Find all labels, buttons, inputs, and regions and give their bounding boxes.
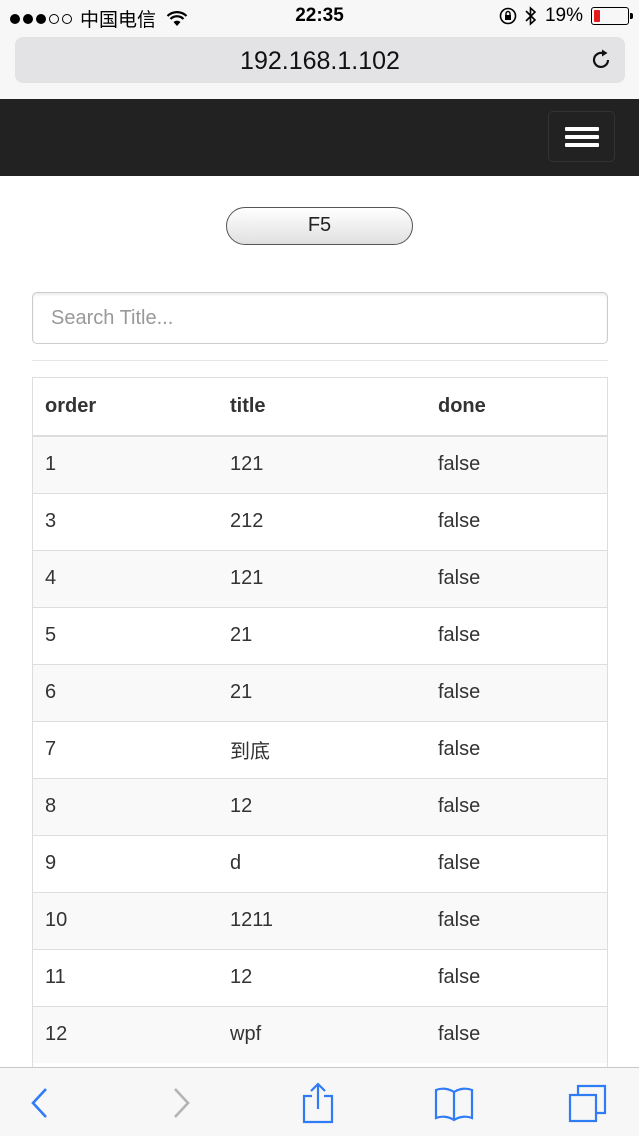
share-icon[interactable] xyxy=(298,1082,338,1124)
address-bar[interactable]: 192.168.1.102 xyxy=(15,37,625,83)
tabs-icon[interactable] xyxy=(568,1082,608,1124)
cell-order: 7 xyxy=(33,720,218,778)
table-row[interactable]: 11 12 false xyxy=(33,948,607,1006)
bookmarks-icon[interactable] xyxy=(434,1082,474,1124)
table-row[interactable]: 8 12 false xyxy=(33,777,607,835)
cell-title: 12 xyxy=(218,777,426,835)
url-text[interactable]: 192.168.1.102 xyxy=(15,47,625,76)
table-row[interactable]: 3 212 false xyxy=(33,492,607,550)
column-header-title[interactable]: title xyxy=(218,378,426,437)
cell-done: false xyxy=(426,1005,607,1063)
table-row[interactable]: 5 21 false xyxy=(33,606,607,664)
cell-done: false xyxy=(426,663,607,721)
refresh-button[interactable]: F5 xyxy=(226,207,413,245)
back-icon[interactable] xyxy=(20,1082,60,1124)
table-row[interactable]: 1 121 false xyxy=(33,435,607,493)
cell-order: 8 xyxy=(33,777,218,835)
cell-title: 21 xyxy=(218,606,426,664)
divider xyxy=(32,360,608,361)
cell-title: d xyxy=(218,834,426,892)
cell-order: 6 xyxy=(33,663,218,721)
cell-order: 10 xyxy=(33,891,218,949)
browser-toolbar xyxy=(0,1067,639,1136)
cell-order: 1 xyxy=(33,435,218,493)
cell-title: 到底 xyxy=(218,720,426,778)
cell-order: 9 xyxy=(33,834,218,892)
cell-title: 21 xyxy=(218,663,426,721)
browser-chrome: 中国电信 22:35 19% 192.168.1.102 xyxy=(0,0,639,99)
forward-icon[interactable] xyxy=(160,1082,200,1124)
status-bar: 中国电信 22:35 19% xyxy=(0,0,639,34)
cell-title: 121 xyxy=(218,549,426,607)
cell-title: wpf xyxy=(218,1005,426,1063)
cell-title: 121 xyxy=(218,435,426,493)
todo-table: order title done 1 121 false 3 212 false 4 121 f… xyxy=(32,377,608,1067)
reload-icon[interactable] xyxy=(589,48,613,72)
battery-icon xyxy=(591,7,633,25)
search-input[interactable] xyxy=(32,292,608,344)
cell-done: false xyxy=(426,777,607,835)
cell-done: false xyxy=(426,948,607,1006)
cell-order: 4 xyxy=(33,549,218,607)
cell-title: 1211 xyxy=(218,891,426,949)
cell-done: false xyxy=(426,891,607,949)
column-header-order[interactable]: order xyxy=(33,378,218,437)
table-row[interactable]: 4 121 false xyxy=(33,549,607,607)
cell-done: false xyxy=(426,606,607,664)
cell-order: 5 xyxy=(33,606,218,664)
battery-percent: 19% xyxy=(544,5,583,26)
status-right: 19% xyxy=(499,5,633,27)
table-row[interactable]: 7 到底 false xyxy=(33,720,607,778)
rotation-lock-icon xyxy=(499,7,517,25)
cell-order: 3 xyxy=(33,492,218,550)
cell-order: 12 xyxy=(33,1005,218,1063)
cell-title: 212 xyxy=(218,492,426,550)
bluetooth-icon xyxy=(525,6,537,26)
navbar-toggle-button[interactable] xyxy=(548,111,615,162)
battery-level xyxy=(594,10,601,22)
cell-done: false xyxy=(426,549,607,607)
cell-done: false xyxy=(426,834,607,892)
cell-title: 12 xyxy=(218,948,426,1006)
table-row[interactable]: 10 1211 false xyxy=(33,891,607,949)
cell-done: false xyxy=(426,720,607,778)
table-body: 1 121 false 3 212 false 4 121 false 5 21 false 6 21 fa… xyxy=(33,435,607,1063)
table-row[interactable]: 9 d false xyxy=(33,834,607,892)
table-header-row: order title done xyxy=(33,378,607,437)
column-header-done[interactable]: done xyxy=(426,378,607,437)
cell-done: false xyxy=(426,435,607,493)
cell-done: false xyxy=(426,492,607,550)
cell-order: 11 xyxy=(33,948,218,1006)
navbar xyxy=(0,99,639,176)
table-row[interactable]: 12 wpf false xyxy=(33,1005,607,1063)
table-row[interactable]: 6 21 false xyxy=(33,663,607,721)
